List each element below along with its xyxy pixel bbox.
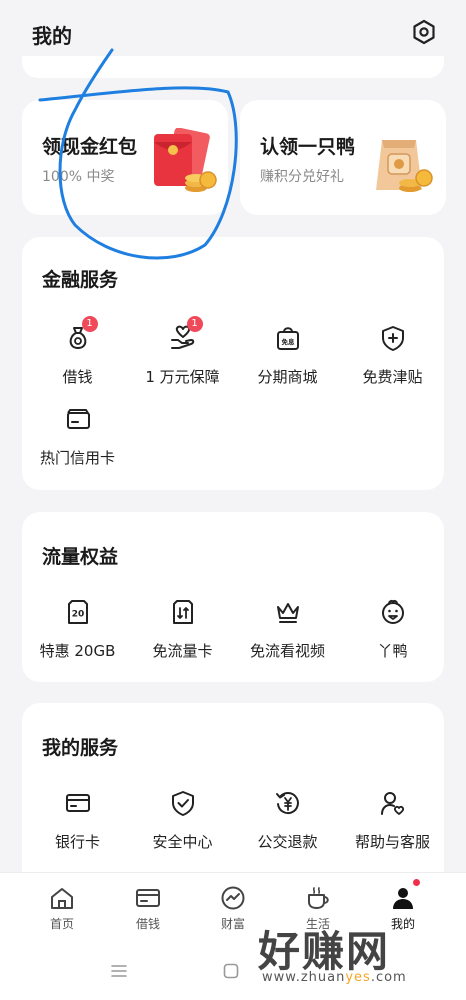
promo-subtitle: 赚积分兑好礼 [260, 169, 344, 185]
item-label: 银行卡 [54, 833, 100, 851]
traffic-item-free-video[interactable]: 免流看视频 [235, 598, 340, 661]
shield-check-icon [169, 789, 197, 817]
watermark-url: www.zhuanyes.com [262, 970, 407, 985]
interest-free-tag: 免息 [281, 337, 295, 346]
item-label: 免费津贴 [362, 368, 423, 386]
coffee-cup-icon [275, 885, 361, 911]
shield-plus-icon [379, 324, 407, 352]
tab-home[interactable]: 首页 [19, 885, 105, 932]
settings-hexagon-icon[interactable] [410, 18, 438, 46]
tab-label: 借钱 [135, 917, 160, 931]
notification-badge: 1 [186, 316, 203, 332]
tab-label: 首页 [49, 917, 74, 931]
notification-badge: 1 [81, 316, 98, 332]
traffic-item-free-card[interactable]: 免流量卡 [130, 598, 235, 661]
finance-item-installment-mall[interactable]: 免息 分期商城 [235, 324, 340, 387]
item-label: 热门信用卡 [39, 449, 115, 467]
section-title: 金融服务 [42, 269, 119, 291]
item-label: 安全中心 [152, 833, 213, 851]
section-title: 流量权益 [42, 546, 119, 568]
duck-icon [379, 598, 407, 626]
person-icon [360, 885, 446, 911]
sim-20-icon: 20 [64, 598, 92, 626]
item-label: 公交退款 [257, 833, 318, 851]
wallet-card-icon [105, 885, 191, 911]
home-nav-icon[interactable] [222, 962, 240, 984]
crown-icon [274, 598, 302, 626]
section-title: 我的服务 [42, 737, 119, 759]
service-item-help[interactable]: 帮助与客服 [340, 789, 445, 852]
item-label: 特惠 20GB [39, 642, 116, 660]
bank-card-icon [64, 789, 92, 817]
notification-dot [413, 879, 420, 886]
finance-item-borrow[interactable]: 1 借钱 [25, 316, 130, 387]
trend-circle-icon [190, 885, 276, 911]
promo-card-red-envelope[interactable]: 领现金红包 100% 中奖 [22, 100, 228, 215]
card-edge [22, 56, 444, 78]
service-item-bus-refund[interactable]: 公交退款 [235, 789, 340, 852]
credit-card-icon [64, 405, 92, 433]
finance-item-credit-card[interactable]: 热门信用卡 [25, 405, 130, 468]
item-label: 分期商城 [257, 368, 318, 386]
page-title: 我的 [32, 24, 72, 48]
item-label: 丫鸭 [377, 642, 408, 660]
money-bag-icon: 1 [64, 316, 98, 352]
finance-item-allowance[interactable]: 免费津贴 [340, 324, 445, 387]
home-icon [19, 885, 105, 911]
item-label: 免流看视频 [249, 642, 325, 660]
finance-section: 金融服务 1 借钱 1 1 万元保障 免息 分期商城 免费津贴 热门信用卡 [22, 237, 444, 490]
item-label: 帮助与客服 [354, 833, 430, 851]
item-label: 借钱 [62, 368, 93, 386]
promo-title: 认领一只鸭 [260, 136, 356, 158]
finance-item-protection[interactable]: 1 1 万元保障 [130, 316, 235, 387]
service-item-bank-card[interactable]: 银行卡 [25, 789, 130, 852]
item-label: 免流量卡 [152, 642, 213, 660]
sim-card-icon [169, 598, 197, 626]
top-bar: 我的 [0, 0, 466, 64]
traffic-item-duck[interactable]: 丫鸭 [340, 598, 445, 661]
red-envelope-icon [148, 127, 218, 194]
promo-card-duck[interactable]: 认领一只鸭 赚积分兑好礼 [240, 100, 446, 215]
services-section: 我的服务 银行卡 安全中心 公交退款 帮助与客服 [22, 703, 444, 893]
menu-nav-icon[interactable] [110, 962, 128, 984]
tab-borrow[interactable]: 借钱 [105, 885, 191, 932]
traffic-item-20gb[interactable]: 20 特惠 20GB [25, 598, 130, 661]
gift-bag-icon [366, 128, 436, 194]
watermark: 好赚网 www.zhuanyes.com [258, 918, 458, 996]
promo-subtitle: 100% 中奖 [42, 169, 115, 185]
service-item-security[interactable]: 安全中心 [130, 789, 235, 852]
yuan-refund-icon [274, 789, 302, 817]
shopping-bag-icon: 免息 [274, 324, 302, 352]
hand-heart-icon: 1 [169, 316, 203, 352]
item-label: 1 万元保障 [145, 368, 220, 386]
sim-20-text: 20 [71, 610, 84, 620]
person-heart-icon [379, 789, 407, 817]
traffic-section: 流量权益 20 特惠 20GB 免流量卡 免流看视频 丫鸭 [22, 512, 444, 682]
promo-title: 领现金红包 [42, 136, 138, 158]
